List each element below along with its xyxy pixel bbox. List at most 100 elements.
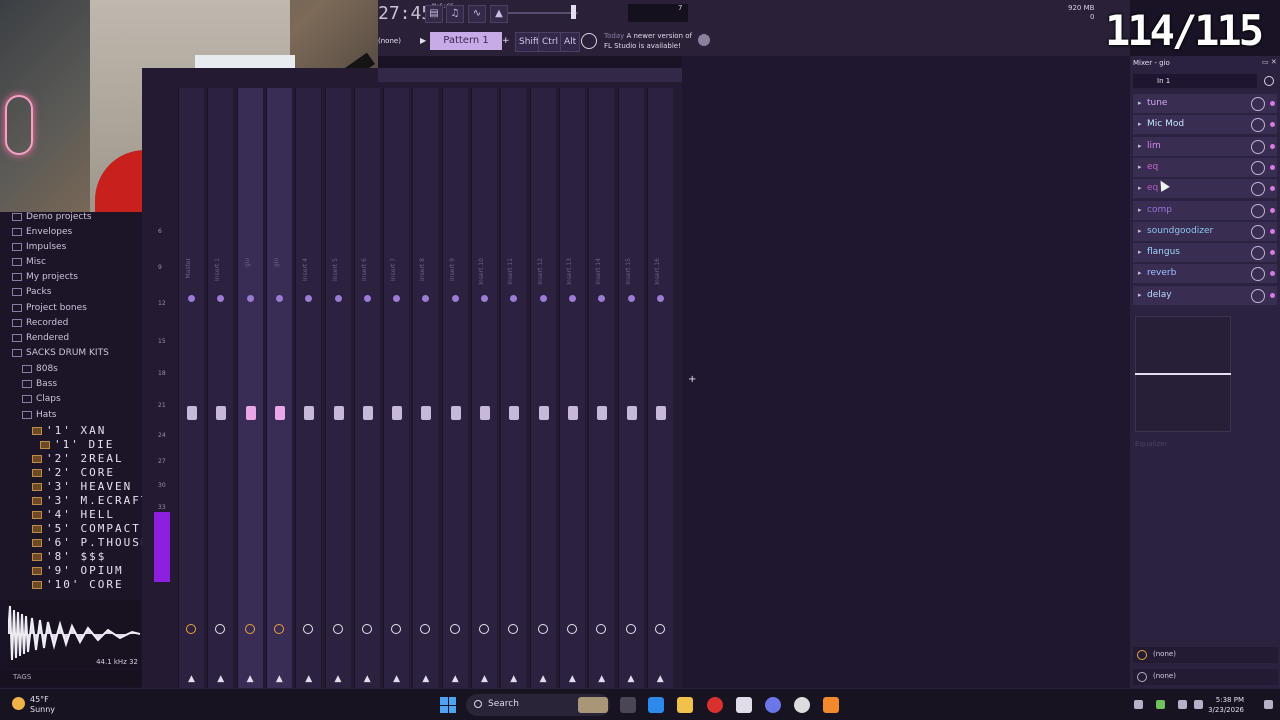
volume-fader[interactable] bbox=[362, 406, 373, 420]
mixer-track[interactable]: Insert 7 ▲ bbox=[383, 88, 410, 688]
expand-arrow-icon[interactable]: ▸ bbox=[1138, 99, 1142, 107]
widgets-icon[interactable] bbox=[578, 697, 608, 713]
mix-knob[interactable] bbox=[1251, 288, 1265, 303]
send-arrow-icon[interactable]: ▲ bbox=[452, 674, 459, 684]
piano-roll-icon[interactable]: ▤ bbox=[425, 5, 443, 23]
browser-folder[interactable]: Hats bbox=[22, 410, 57, 425]
chrome-icon[interactable] bbox=[794, 697, 810, 713]
pan-knob[interactable] bbox=[422, 295, 430, 302]
sample-item[interactable]: '9' OPIUM bbox=[32, 564, 124, 579]
mix-knob[interactable] bbox=[1251, 246, 1265, 261]
pan-knob[interactable] bbox=[598, 295, 606, 302]
slot-enable-toggle[interactable] bbox=[1270, 101, 1275, 106]
send-arrow-icon[interactable]: ▲ bbox=[598, 674, 605, 684]
browser-folder[interactable]: Packs bbox=[12, 287, 51, 302]
sample-waveform-preview[interactable]: 44.1 kHz 32 bbox=[8, 600, 140, 668]
volume-fader[interactable] bbox=[509, 406, 520, 420]
expand-arrow-icon[interactable]: ▸ bbox=[1138, 206, 1142, 214]
mixer-track[interactable]: Insert 13 ▲ bbox=[558, 88, 585, 688]
slot-enable-toggle[interactable] bbox=[1270, 122, 1275, 128]
effect-slot[interactable]: ▸ flangus bbox=[1133, 243, 1277, 264]
route-button[interactable] bbox=[479, 624, 489, 634]
send-arrow-icon[interactable]: ▲ bbox=[247, 674, 254, 684]
edge-icon[interactable] bbox=[648, 697, 664, 713]
volume-fader[interactable] bbox=[567, 406, 578, 420]
slot-enable-toggle[interactable] bbox=[1270, 207, 1275, 213]
browser-folder[interactable]: Bass bbox=[22, 379, 57, 394]
microphone-icon[interactable] bbox=[1156, 700, 1165, 709]
file-explorer-icon[interactable] bbox=[677, 697, 693, 713]
ctrl-key-button[interactable]: Ctrl bbox=[538, 32, 563, 52]
mix-knob[interactable] bbox=[1251, 118, 1265, 133]
opera-icon[interactable] bbox=[707, 697, 723, 713]
sample-item[interactable]: '1' DIE bbox=[40, 438, 114, 453]
pattern-mode-icon[interactable]: ♫ bbox=[446, 5, 464, 23]
mix-knob[interactable] bbox=[1251, 267, 1265, 282]
mix-knob[interactable] bbox=[1251, 97, 1265, 111]
mix-knob[interactable] bbox=[1251, 224, 1265, 239]
system-clock[interactable]: 5:38 PM 3/23/2026 bbox=[1208, 695, 1244, 715]
send-arrow-icon[interactable]: ▲ bbox=[276, 674, 283, 684]
send-arrow-icon[interactable]: ▲ bbox=[305, 674, 312, 684]
volume-fader[interactable] bbox=[245, 406, 256, 420]
pan-knob[interactable] bbox=[393, 295, 401, 302]
sample-item[interactable]: '8' $$$ bbox=[32, 550, 106, 565]
news-ticker[interactable]: Today A newer version of FL Studio is av… bbox=[604, 31, 692, 51]
effect-slot[interactable]: ▸ lim bbox=[1133, 136, 1277, 157]
route-button[interactable] bbox=[303, 624, 314, 634]
task-view-icon[interactable] bbox=[620, 697, 636, 713]
route-button[interactable] bbox=[361, 624, 372, 634]
fl-studio-icon[interactable] bbox=[823, 697, 839, 713]
send-arrow-icon[interactable]: ▲ bbox=[481, 674, 488, 684]
mixer-track[interactable]: Insert 9 ▲ bbox=[441, 88, 468, 688]
alt-key-button[interactable]: Alt bbox=[560, 32, 581, 52]
mixer-track[interactable]: Master ▲ bbox=[178, 88, 204, 688]
mixer-track[interactable]: Insert 12 ▲ bbox=[529, 88, 556, 688]
slot-enable-toggle[interactable] bbox=[1270, 292, 1275, 298]
sample-item[interactable]: '3' M.ECRAFT bbox=[32, 494, 142, 509]
expand-arrow-icon[interactable]: ▸ bbox=[1138, 248, 1142, 256]
route-output[interactable]: (none) bbox=[1133, 669, 1278, 685]
expand-arrow-icon[interactable]: ▸ bbox=[1138, 120, 1142, 128]
mixer-track[interactable]: Insert 8 ▲ bbox=[412, 88, 439, 688]
slot-enable-toggle[interactable] bbox=[1270, 164, 1275, 170]
effect-slot[interactable]: ▸ delay bbox=[1133, 285, 1277, 306]
browser-folder[interactable]: 808s bbox=[22, 364, 58, 379]
mix-knob[interactable] bbox=[1251, 203, 1265, 218]
mixer-track[interactable]: Insert 15 ▲ bbox=[617, 88, 644, 688]
expand-arrow-icon[interactable]: ▸ bbox=[1138, 269, 1142, 277]
slot-enable-toggle[interactable] bbox=[1270, 250, 1275, 256]
browser-folder[interactable]: Impulses bbox=[12, 242, 66, 257]
browser-folder[interactable]: My projects bbox=[12, 272, 78, 287]
browser-folder[interactable]: Recorded bbox=[12, 318, 68, 333]
mixer-track[interactable]: Insert 11 ▲ bbox=[500, 88, 527, 688]
preset-selector[interactable]: (none) bbox=[378, 37, 401, 45]
volume-fader[interactable] bbox=[655, 406, 666, 420]
pan-knob[interactable] bbox=[363, 295, 371, 302]
send-arrow-icon[interactable]: ▲ bbox=[569, 674, 576, 684]
pan-knob[interactable] bbox=[510, 295, 518, 302]
volume-fader[interactable] bbox=[421, 406, 432, 420]
pan-knob[interactable] bbox=[305, 295, 313, 302]
slot-enable-toggle[interactable] bbox=[1270, 143, 1275, 149]
volume-fader[interactable] bbox=[304, 406, 315, 420]
send-arrow-icon[interactable]: ▲ bbox=[628, 674, 635, 684]
volume-fader[interactable] bbox=[333, 406, 344, 420]
volume-fader[interactable] bbox=[274, 406, 285, 420]
mixer-track[interactable]: Insert 6 ▲ bbox=[353, 88, 380, 688]
send-arrow-icon[interactable]: ▲ bbox=[188, 674, 195, 684]
route-button[interactable] bbox=[420, 624, 431, 634]
sample-item[interactable]: '2' 2REAL bbox=[32, 452, 124, 467]
play-arrow-icon[interactable]: ▶ bbox=[420, 36, 426, 45]
route-button[interactable] bbox=[596, 624, 607, 634]
route-button[interactable] bbox=[449, 624, 460, 634]
weather-widget[interactable]: 45°F Sunny bbox=[12, 695, 55, 715]
volume-fader[interactable] bbox=[597, 406, 608, 420]
effect-slot[interactable]: ▸ tune bbox=[1133, 94, 1277, 114]
send-arrow-icon[interactable]: ▲ bbox=[393, 674, 400, 684]
effect-slot[interactable]: ▸ eq bbox=[1133, 179, 1277, 200]
mixer-track[interactable]: Insert 4 ▲ bbox=[295, 88, 322, 688]
mixer-track[interactable]: Insert 5 ▲ bbox=[324, 88, 351, 688]
pan-knob[interactable] bbox=[539, 295, 547, 302]
mixer-track[interactable]: Insert 10 ▲ bbox=[471, 88, 497, 688]
